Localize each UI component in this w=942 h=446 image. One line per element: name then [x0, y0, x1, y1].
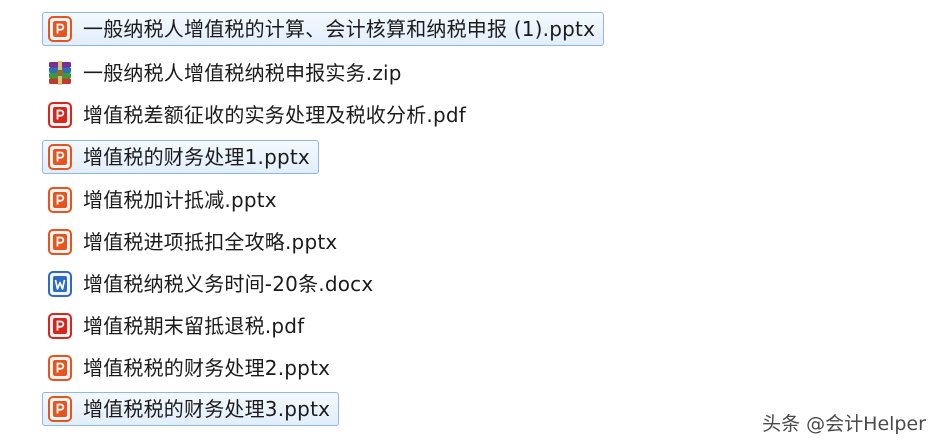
docx-icon [47, 270, 73, 298]
file-name: 一般纳税人增值税的计算、会计核算和纳税申报 (1).pptx [83, 17, 596, 41]
file-row[interactable]: 增值税税的财务处理3.pptx [42, 392, 340, 426]
zip-archive-icon [47, 59, 73, 87]
pptx-icon [47, 228, 73, 256]
file-name: 一般纳税人增值税纳税申报实务.zip [83, 61, 402, 85]
pptx-icon [47, 15, 73, 43]
file-row[interactable]: 增值税进项抵扣全攻略.pptx [42, 225, 346, 259]
pdf-icon [47, 312, 73, 340]
watermark: 头条 @会计Helper [762, 413, 926, 435]
file-name: 增值税加计抵减.pptx [83, 188, 277, 212]
file-list: 一般纳税人增值税的计算、会计核算和纳税申报 (1).pptx 一般纳税人增值税纳… [0, 0, 942, 446]
file-row[interactable]: 一般纳税人增值税纳税申报实务.zip [42, 56, 411, 90]
file-row[interactable]: 增值税差额征收的实务处理及税收分析.pdf [42, 98, 475, 132]
file-name: 增值税税的财务处理2.pptx [83, 356, 331, 380]
file-row[interactable]: 增值税的财务处理1.pptx [42, 140, 319, 174]
pdf-icon [47, 101, 73, 129]
pptx-icon [47, 143, 73, 171]
file-name: 增值税差额征收的实务处理及税收分析.pdf [83, 103, 466, 127]
pptx-icon [47, 395, 73, 423]
file-row[interactable]: 增值税纳税义务时间-20条.docx [42, 267, 382, 301]
file-name: 增值税进项抵扣全攻略.pptx [83, 230, 338, 254]
pptx-icon [47, 186, 73, 214]
file-name: 增值税税的财务处理3.pptx [83, 397, 331, 421]
file-name: 增值税的财务处理1.pptx [83, 145, 310, 169]
file-row[interactable]: 增值税期末留抵退税.pdf [42, 309, 313, 343]
file-row[interactable]: 一般纳税人增值税的计算、会计核算和纳税申报 (1).pptx [42, 12, 605, 46]
pptx-icon [47, 354, 73, 382]
file-name: 增值税期末留抵退税.pdf [83, 314, 305, 338]
file-row[interactable]: 增值税加计抵减.pptx [42, 183, 286, 217]
file-name: 增值税纳税义务时间-20条.docx [83, 272, 374, 296]
file-row[interactable]: 增值税税的财务处理2.pptx [42, 351, 339, 385]
